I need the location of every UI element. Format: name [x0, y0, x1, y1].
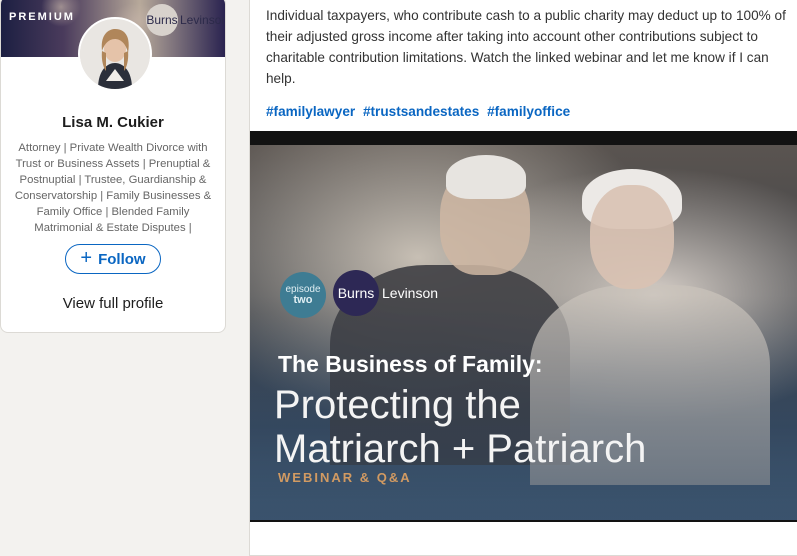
hashtag-link[interactable]: #familylawyer — [266, 104, 355, 119]
post-card: Individual taxpayers, who contribute cas… — [249, 0, 797, 556]
company-logo-mark: Burns — [146, 4, 178, 36]
webinar-thumbnail: episode two Burns Levinson The Business … — [250, 145, 797, 520]
episode-badge: episode two — [280, 272, 326, 318]
brand-mark: Burns — [333, 270, 379, 316]
brand-badge: Burns Levinson — [333, 270, 438, 316]
follow-button[interactable]: + Follow — [65, 244, 161, 274]
plus-icon: + — [80, 247, 93, 269]
post-text: Individual taxpayers, who contribute cas… — [266, 8, 786, 86]
webinar-subtitle: WEBINAR & Q&A — [278, 470, 412, 485]
avatar-photo — [80, 19, 150, 89]
webinar-title: Protecting the Matriarch + Patriarch — [274, 383, 646, 471]
profile-card: PREMIUM Burns Levinson Lisa M. Cukier At… — [0, 0, 226, 333]
premium-badge: PREMIUM — [9, 11, 75, 23]
follow-label: Follow — [98, 250, 146, 268]
brand-text: Levinson — [382, 285, 439, 301]
hashtag-link[interactable]: #familyoffice — [487, 104, 570, 119]
avatar[interactable] — [78, 17, 152, 91]
hashtag-list: #familylawyer #trustsandestates #familyo… — [266, 104, 574, 119]
episode-number: two — [293, 294, 313, 306]
company-logo: Burns Levinson — [146, 4, 225, 36]
webinar-series-title: The Business of Family: — [278, 351, 543, 377]
post-media[interactable]: episode two Burns Levinson The Business … — [250, 131, 797, 522]
company-logo-text: Levinson — [180, 13, 225, 27]
profile-headline: Attorney | Private Wealth Divorce with T… — [14, 142, 212, 234]
view-full-profile-link[interactable]: View full profile — [1, 295, 225, 312]
webinar-title-line1: Protecting the — [274, 383, 521, 427]
webinar-title-line2: Matriarch + Patriarch — [274, 427, 647, 471]
profile-name[interactable]: Lisa M. Cukier — [1, 114, 225, 131]
hashtag-link[interactable]: #trustsandestates — [363, 104, 479, 119]
